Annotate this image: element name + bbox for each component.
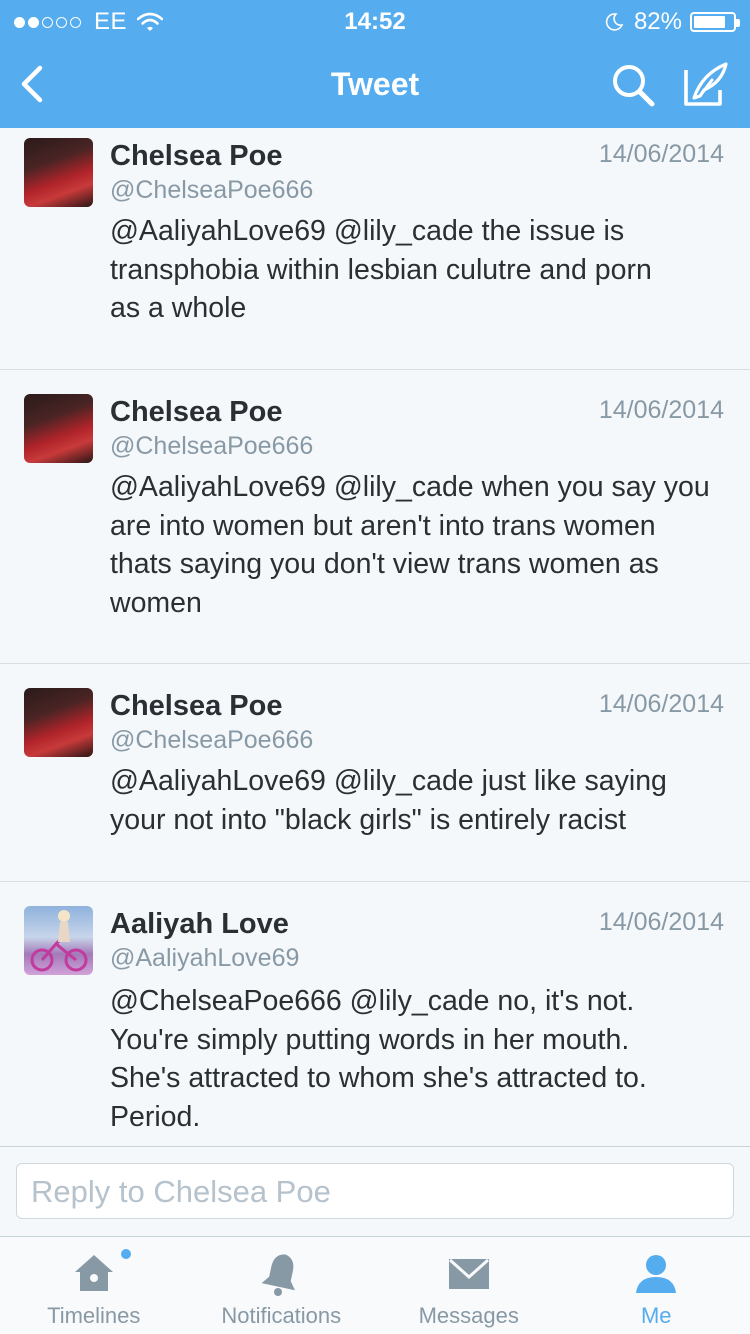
tweet-text-line: @ChelseaPoe666 @lily_cade no, it's not. — [110, 985, 635, 1017]
tweet-text-line: are into women but aren't into trans wom… — [110, 509, 656, 542]
tweet-text-line: You're simply putting words in her mouth… — [110, 1023, 630, 1056]
bicycle-photo — [30, 910, 88, 972]
tweet-text-line: women — [110, 586, 202, 619]
tab-label: Timelines — [47, 1303, 141, 1328]
tweet-date: 14/06/2014 — [598, 140, 724, 168]
tweet-text-line: your not into "black girls" is entirely … — [110, 803, 627, 836]
tab-me[interactable]: Me — [563, 1237, 750, 1334]
tab-label: Messages — [418, 1303, 519, 1328]
tweet-date: 14/06/2014 — [598, 690, 724, 718]
tweet-text: @ChelseaPoe666 @lily_cade no, it's not. … — [110, 982, 730, 1136]
tweet-author-name[interactable]: Aaliyah Love — [110, 908, 289, 941]
tweet-item[interactable]: Aaliyah Love 14/06/2014 @AaliyahLove69 @… — [0, 882, 750, 1146]
avatar[interactable] — [24, 688, 93, 757]
tweet-date: 14/06/2014 — [598, 396, 724, 424]
tweet-text-line: thats saying you don't view trans women … — [110, 548, 659, 580]
tweet-text-line: as a whole — [110, 292, 247, 324]
battery-percent: 82% — [633, 8, 682, 35]
tweet-author-handle[interactable]: @AaliyahLove69 — [110, 944, 299, 973]
tweet-author-handle[interactable]: @ChelseaPoe666 — [110, 726, 313, 755]
reply-input[interactable]: Reply to Chelsea Poe — [16, 1163, 734, 1219]
tweet-text: @AaliyahLove69 @lily_cade the issue is t… — [110, 212, 730, 328]
tweet-date: 14/06/2014 — [598, 908, 724, 936]
tweet-item[interactable]: Chelsea Poe 14/06/2014 @ChelseaPoe666 @A… — [0, 664, 750, 882]
status-right: 82% — [604, 8, 740, 36]
tab-timelines[interactable]: Timelines — [0, 1237, 188, 1334]
tweet-list: Chelsea Poe 14/06/2014 @ChelseaPoe666 @A… — [0, 128, 750, 1146]
tweet-text-line: transphobia within lesbian culutre and p… — [110, 253, 652, 286]
tweet-item[interactable]: Chelsea Poe 14/06/2014 @ChelseaPoe666 @A… — [0, 128, 750, 370]
compose-tweet-icon[interactable] — [682, 60, 730, 108]
tweet-author-handle[interactable]: @ChelseaPoe666 — [110, 432, 313, 461]
battery-level-fill — [694, 16, 726, 28]
avatar[interactable] — [24, 906, 93, 975]
search-icon[interactable] — [610, 62, 656, 108]
tab-notifications[interactable]: Notifications — [188, 1237, 376, 1334]
envelope-icon — [448, 1258, 489, 1289]
person-icon — [636, 1255, 677, 1293]
tweet-text-line: Period. — [110, 1100, 201, 1133]
tab-bar: Timelines Notifications Messages Me — [0, 1236, 750, 1334]
tweet-author-name[interactable]: Chelsea Poe — [110, 140, 282, 173]
tweet-author-handle[interactable]: @ChelseaPoe666 — [110, 176, 313, 205]
new-content-dot — [121, 1249, 131, 1259]
tweet-author-name[interactable]: Chelsea Poe — [110, 396, 282, 429]
tweet-text-line: She's attracted to whom she's attracted … — [110, 1062, 647, 1094]
nav-header: EE 14:52 82% Tweet — [0, 0, 750, 128]
reply-bar: Reply to Chelsea Poe — [0, 1146, 750, 1236]
avatar[interactable] — [24, 138, 93, 207]
avatar[interactable] — [24, 394, 93, 463]
bell-icon — [261, 1254, 296, 1296]
tab-label: Notifications — [221, 1303, 342, 1328]
tab-messages[interactable]: Messages — [375, 1237, 563, 1334]
tweet-item[interactable]: Chelsea Poe 14/06/2014 @ChelseaPoe666 @A… — [0, 370, 750, 664]
status-bar: EE 14:52 82% — [0, 0, 750, 40]
tweet-text-line: @AaliyahLove69 @lily_cade the issue is — [110, 215, 625, 247]
tweet-text-line: @AaliyahLove69 @lily_cade when you say y… — [110, 471, 710, 503]
home-icon — [74, 1255, 113, 1291]
tweet-text: @AaliyahLove69 @lily_cade just like sayi… — [110, 762, 730, 839]
do-not-disturb-moon-icon — [605, 13, 624, 31]
tweet-text-line: @AaliyahLove69 @lily_cade just like sayi… — [110, 765, 667, 797]
battery-icon — [690, 12, 740, 32]
tweet-text: @AaliyahLove69 @lily_cade when you say y… — [110, 468, 730, 622]
tab-label: Me — [640, 1303, 672, 1328]
tweet-author-name[interactable]: Chelsea Poe — [110, 690, 282, 723]
